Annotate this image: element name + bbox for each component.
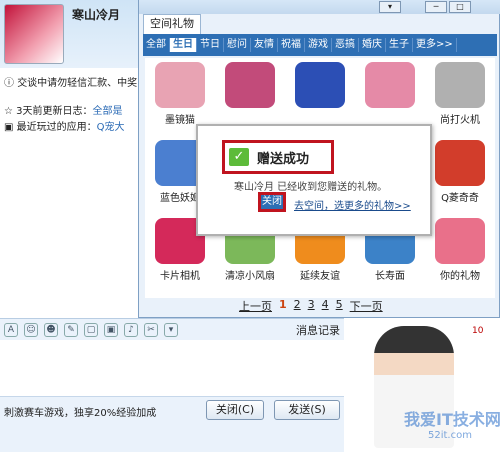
gift-image	[435, 140, 485, 186]
level-badge: 10	[472, 326, 484, 336]
category-tab[interactable]: 更多>>	[413, 38, 457, 52]
update-label: 3天前更新日志：	[16, 106, 93, 117]
category-tab[interactable]: 慰问	[224, 38, 251, 52]
send-button[interactable]: 发送(S)	[274, 400, 340, 420]
category-tab[interactable]: 祝福	[278, 38, 305, 52]
more-icon[interactable]: ▾	[164, 322, 178, 337]
page-link[interactable]: 4	[322, 298, 329, 314]
gift-label: 你的礼物	[440, 271, 480, 282]
gift-image	[365, 62, 415, 108]
chat-info-panel: ⓘ 交谈中请勿轻信汇款、中奖 ☆ 3天前更新日志：全部是 ▣ 最近玩过的应用：Q…	[0, 68, 140, 318]
gift-item[interactable]	[355, 62, 425, 111]
check-icon: ✓	[229, 148, 249, 166]
category-tab[interactable]: 婚庆	[359, 38, 386, 52]
gift-label: 卡片相机	[160, 271, 200, 282]
category-tabs: 全部 生日 节日 慰问 友情 祝福 游戏 恶搞 婚庆 生子 更多>>	[143, 34, 497, 56]
friend-name[interactable]: 寒山冷月	[72, 6, 120, 23]
gift-titlebar: ▾ ─ □	[139, 0, 500, 14]
success-title: 赠送成功	[257, 151, 310, 167]
watermark: 我爱IT技术网	[404, 410, 500, 429]
dialog-close-button[interactable]: 关闭	[258, 192, 286, 212]
gift-image	[155, 62, 205, 108]
doodle-icon[interactable]: ✎	[64, 322, 78, 337]
close-button[interactable]: 关闭(C)	[206, 400, 264, 420]
update-line: ☆ 3天前更新日志：全部是	[4, 106, 123, 117]
friend-show-panel: 10 我爱IT技术网 52it.com	[344, 318, 500, 452]
page-link[interactable]: 1	[279, 298, 287, 314]
gift-item[interactable]: 尚打火机	[425, 62, 495, 126]
minimize-button[interactable]: ─	[425, 1, 447, 13]
success-header: ✓ 赠送成功	[222, 140, 334, 174]
notice-text: 交谈中请勿轻信汇款、中奖	[17, 78, 138, 89]
gift-image	[435, 62, 485, 108]
apps-label: 最近玩过的应用：	[16, 122, 97, 133]
update-link[interactable]: 全部是	[93, 106, 123, 117]
pager: 上一页 1 2 3 4 5 下一页	[239, 298, 499, 314]
promo-text[interactable]: 刺激赛车游戏，独享20%经验加成	[4, 404, 156, 419]
category-tab[interactable]: 生日	[170, 38, 197, 52]
image-icon[interactable]: ▣	[104, 322, 118, 337]
gift-label: 清凉小风扇	[225, 271, 275, 282]
font-icon[interactable]: A	[4, 322, 18, 337]
scissors-icon[interactable]: ✂	[144, 322, 158, 337]
apps-link[interactable]: Q宠大	[97, 122, 125, 133]
gift-label: 尚打火机	[440, 115, 480, 126]
gift-image	[295, 62, 345, 108]
wink-icon[interactable]: ☻	[44, 322, 58, 337]
prev-page-link[interactable]: 上一页	[239, 298, 272, 314]
more-gifts-link[interactable]: 去空间，选更多的礼物>>	[294, 197, 411, 212]
tab-space-gift[interactable]: 空间礼物	[143, 14, 201, 34]
gift-label: 长寿面	[375, 271, 405, 282]
message-history-button[interactable]: 消息记录	[296, 322, 340, 338]
message-input[interactable]	[0, 340, 344, 396]
emoji-icon[interactable]: ☺	[24, 322, 38, 337]
input-toolbar: A ☺ ☻ ✎ ▢ ▣ ♪ ✂ ▾ 消息记录	[0, 318, 344, 340]
gift-label: Q菱奇奇	[441, 193, 479, 204]
gift-image	[225, 62, 275, 108]
gift-label: 延续友谊	[300, 271, 340, 282]
category-tab[interactable]: 生子	[386, 38, 413, 52]
screenshot-icon[interactable]: ▢	[84, 322, 98, 337]
category-tab[interactable]: 游戏	[305, 38, 332, 52]
gift-image	[435, 218, 485, 264]
safety-notice: ⓘ 交谈中请勿轻信汇款、中奖	[4, 78, 138, 89]
gift-success-dialog: ✓ 赠送成功 寒山冷月 已经收到您赠送的礼物。 关闭 去空间，选更多的礼物>>	[196, 124, 432, 236]
music-icon[interactable]: ♪	[124, 322, 138, 337]
apps-line: ▣ 最近玩过的应用：Q宠大	[4, 122, 125, 133]
page-link[interactable]: 5	[336, 298, 343, 314]
friend-avatar[interactable]	[4, 4, 64, 64]
category-tab[interactable]: 恶搞	[332, 38, 359, 52]
maximize-button[interactable]: □	[449, 1, 471, 13]
gift-item[interactable]: Q菱奇奇	[425, 140, 495, 204]
category-tab[interactable]: 节日	[197, 38, 224, 52]
page-link[interactable]: 3	[308, 298, 315, 314]
gift-item[interactable]	[215, 62, 285, 111]
page-link[interactable]: 2	[294, 298, 301, 314]
category-tab[interactable]: 全部	[143, 38, 170, 52]
window-menu-button[interactable]: ▾	[379, 1, 401, 13]
gift-item[interactable]	[285, 62, 355, 111]
category-tab[interactable]: 友情	[251, 38, 278, 52]
gift-item[interactable]: 墨镜猫	[145, 62, 215, 126]
gift-item[interactable]: 你的礼物	[425, 218, 495, 282]
next-page-link[interactable]: 下一页	[350, 298, 383, 314]
success-message: 寒山冷月 已经收到您赠送的礼物。	[234, 182, 388, 193]
watermark-sub: 52it.com	[428, 430, 472, 441]
